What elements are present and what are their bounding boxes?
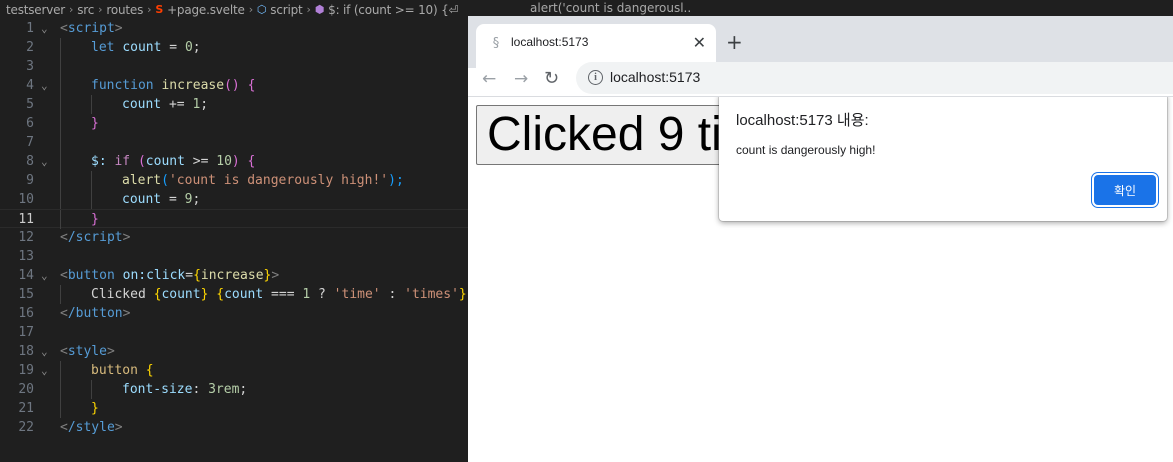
code-line: 5 count += 1; [0, 95, 468, 114]
address-bar[interactable]: i localhost:5173 [576, 62, 1173, 94]
line-number: 22 [18, 420, 34, 435]
line-number: 9 [26, 173, 34, 188]
code-line: 4 ⌄ function increase() { [0, 76, 468, 95]
fold-chevron-icon[interactable]: ⌄ [41, 152, 48, 171]
code-line: 10 count = 9; [0, 190, 468, 209]
code-line: 12 </script> [0, 228, 468, 247]
code-line: 9 alert('count is dangerously high!'); [0, 171, 468, 190]
close-tab-icon[interactable]: ✕ [693, 33, 706, 52]
fold-chevron-icon[interactable]: ⌄ [41, 342, 48, 361]
line-number: 19 [18, 363, 34, 378]
line-number: 7 [26, 135, 34, 150]
browser-window: § localhost:5173 ✕ + ← → ↻ i localhost:5… [468, 16, 1173, 462]
code-line: 6} [0, 114, 468, 133]
line-number: 16 [18, 306, 34, 321]
code-line: 15 Clicked {count} {count === 1 ? 'time' … [0, 285, 468, 304]
breadcrumb: testserver › src › routes › S +page.svel… [0, 0, 468, 19]
code-line: 17 [0, 323, 468, 342]
code-line: 16 </button> [0, 304, 468, 323]
tab-title: localhost:5173 [511, 35, 589, 49]
code-line: 13 [0, 247, 468, 266]
forward-arrow-icon[interactable]: → [514, 69, 528, 89]
chevron-right-icon: › [248, 3, 253, 16]
code-line: 7 [0, 133, 468, 152]
url-text[interactable]: localhost:5173 [610, 69, 700, 85]
code-line: 1 ⌄ <script> [0, 19, 468, 38]
dialog-message: count is dangerously high! [736, 143, 876, 157]
line-number: 8 [26, 154, 34, 169]
symbol-block-icon: ⬢ [314, 3, 325, 16]
fold-chevron-icon[interactable]: ⌄ [41, 76, 48, 95]
code-line: 20 font-size: 3rem; [0, 380, 468, 399]
breadcrumb-item-script[interactable]: script [270, 3, 302, 17]
breadcrumb-item-block[interactable]: $: if (count >= 10) {⏎ [328, 3, 458, 17]
line-number: 10 [18, 192, 34, 207]
line-number: 15 [18, 287, 34, 302]
dialog-title: localhost:5173 내용: [736, 112, 869, 129]
vscode-tab-strip-fragment: alert('count is dangerousl... [468, 0, 1173, 16]
line-number: 1 [26, 21, 34, 36]
breadcrumb-item-routes[interactable]: routes [106, 3, 143, 17]
code-line: 22 </style> [0, 418, 468, 437]
chevron-right-icon: › [69, 3, 74, 16]
code-line: 21} [0, 399, 468, 418]
line-number: 3 [26, 59, 34, 74]
code-line-active: 11} [0, 209, 468, 229]
line-number: 5 [26, 97, 34, 112]
site-info-icon[interactable]: i [588, 70, 603, 85]
reload-icon[interactable]: ↻ [544, 68, 559, 89]
fold-chevron-icon[interactable]: ⌄ [41, 266, 48, 285]
browser-tab-strip: § localhost:5173 ✕ + [468, 16, 1173, 68]
line-number: 20 [18, 382, 34, 397]
line-number: 18 [18, 344, 34, 359]
code-line: 2 let count = 0; [0, 38, 468, 57]
line-number: 12 [18, 230, 34, 245]
line-number: 17 [18, 325, 34, 340]
symbol-module-icon: ⬡ [256, 3, 267, 16]
browser-toolbar: ← → ↻ i localhost:5173 [468, 62, 1173, 97]
page-viewport: Clicked 9 times localhost:5173 내용: count… [468, 97, 1173, 462]
line-number: 21 [18, 401, 34, 416]
vscode-tab-fragment-text: alert('count is dangerousl... [530, 1, 690, 15]
chevron-right-icon: › [98, 3, 103, 16]
alert-dialog: localhost:5173 내용: count is dangerously … [719, 97, 1167, 221]
page-favicon-icon: § [492, 36, 500, 51]
code-line: 3 [0, 57, 468, 76]
fold-chevron-icon[interactable]: ⌄ [41, 361, 48, 380]
breadcrumb-item-file[interactable]: +page.svelte [167, 3, 245, 17]
line-number: 13 [18, 249, 34, 264]
code-line: 18 ⌄ <style> [0, 342, 468, 361]
line-number: 2 [26, 40, 34, 55]
new-tab-icon[interactable]: + [726, 30, 743, 54]
code-editor[interactable]: testserver › src › routes › S +page.svel… [0, 0, 468, 462]
fold-chevron-icon[interactable]: ⌄ [41, 19, 48, 38]
back-arrow-icon[interactable]: ← [482, 69, 496, 89]
line-number: 4 [26, 78, 34, 93]
breadcrumb-item-src[interactable]: src [77, 3, 94, 17]
ok-button[interactable]: 확인 [1094, 175, 1156, 205]
code-line: 14 ⌄ <button on:click={increase}> [0, 266, 468, 285]
chevron-right-icon: › [306, 3, 311, 16]
line-number: 11 [18, 212, 34, 227]
line-number: 14 [18, 268, 34, 283]
svelte-file-icon: S [155, 3, 164, 16]
code-area[interactable]: 1 ⌄ <script> 2 let count = 0; 3 4 ⌄ function … [0, 19, 468, 437]
breadcrumb-item-folder[interactable]: testserver [6, 3, 65, 17]
chevron-right-icon: › [147, 3, 152, 16]
code-line: 19 ⌄ button { [0, 361, 468, 380]
line-number: 6 [26, 116, 34, 131]
code-line: 8 ⌄ $: if (count >= 10) { [0, 152, 468, 171]
